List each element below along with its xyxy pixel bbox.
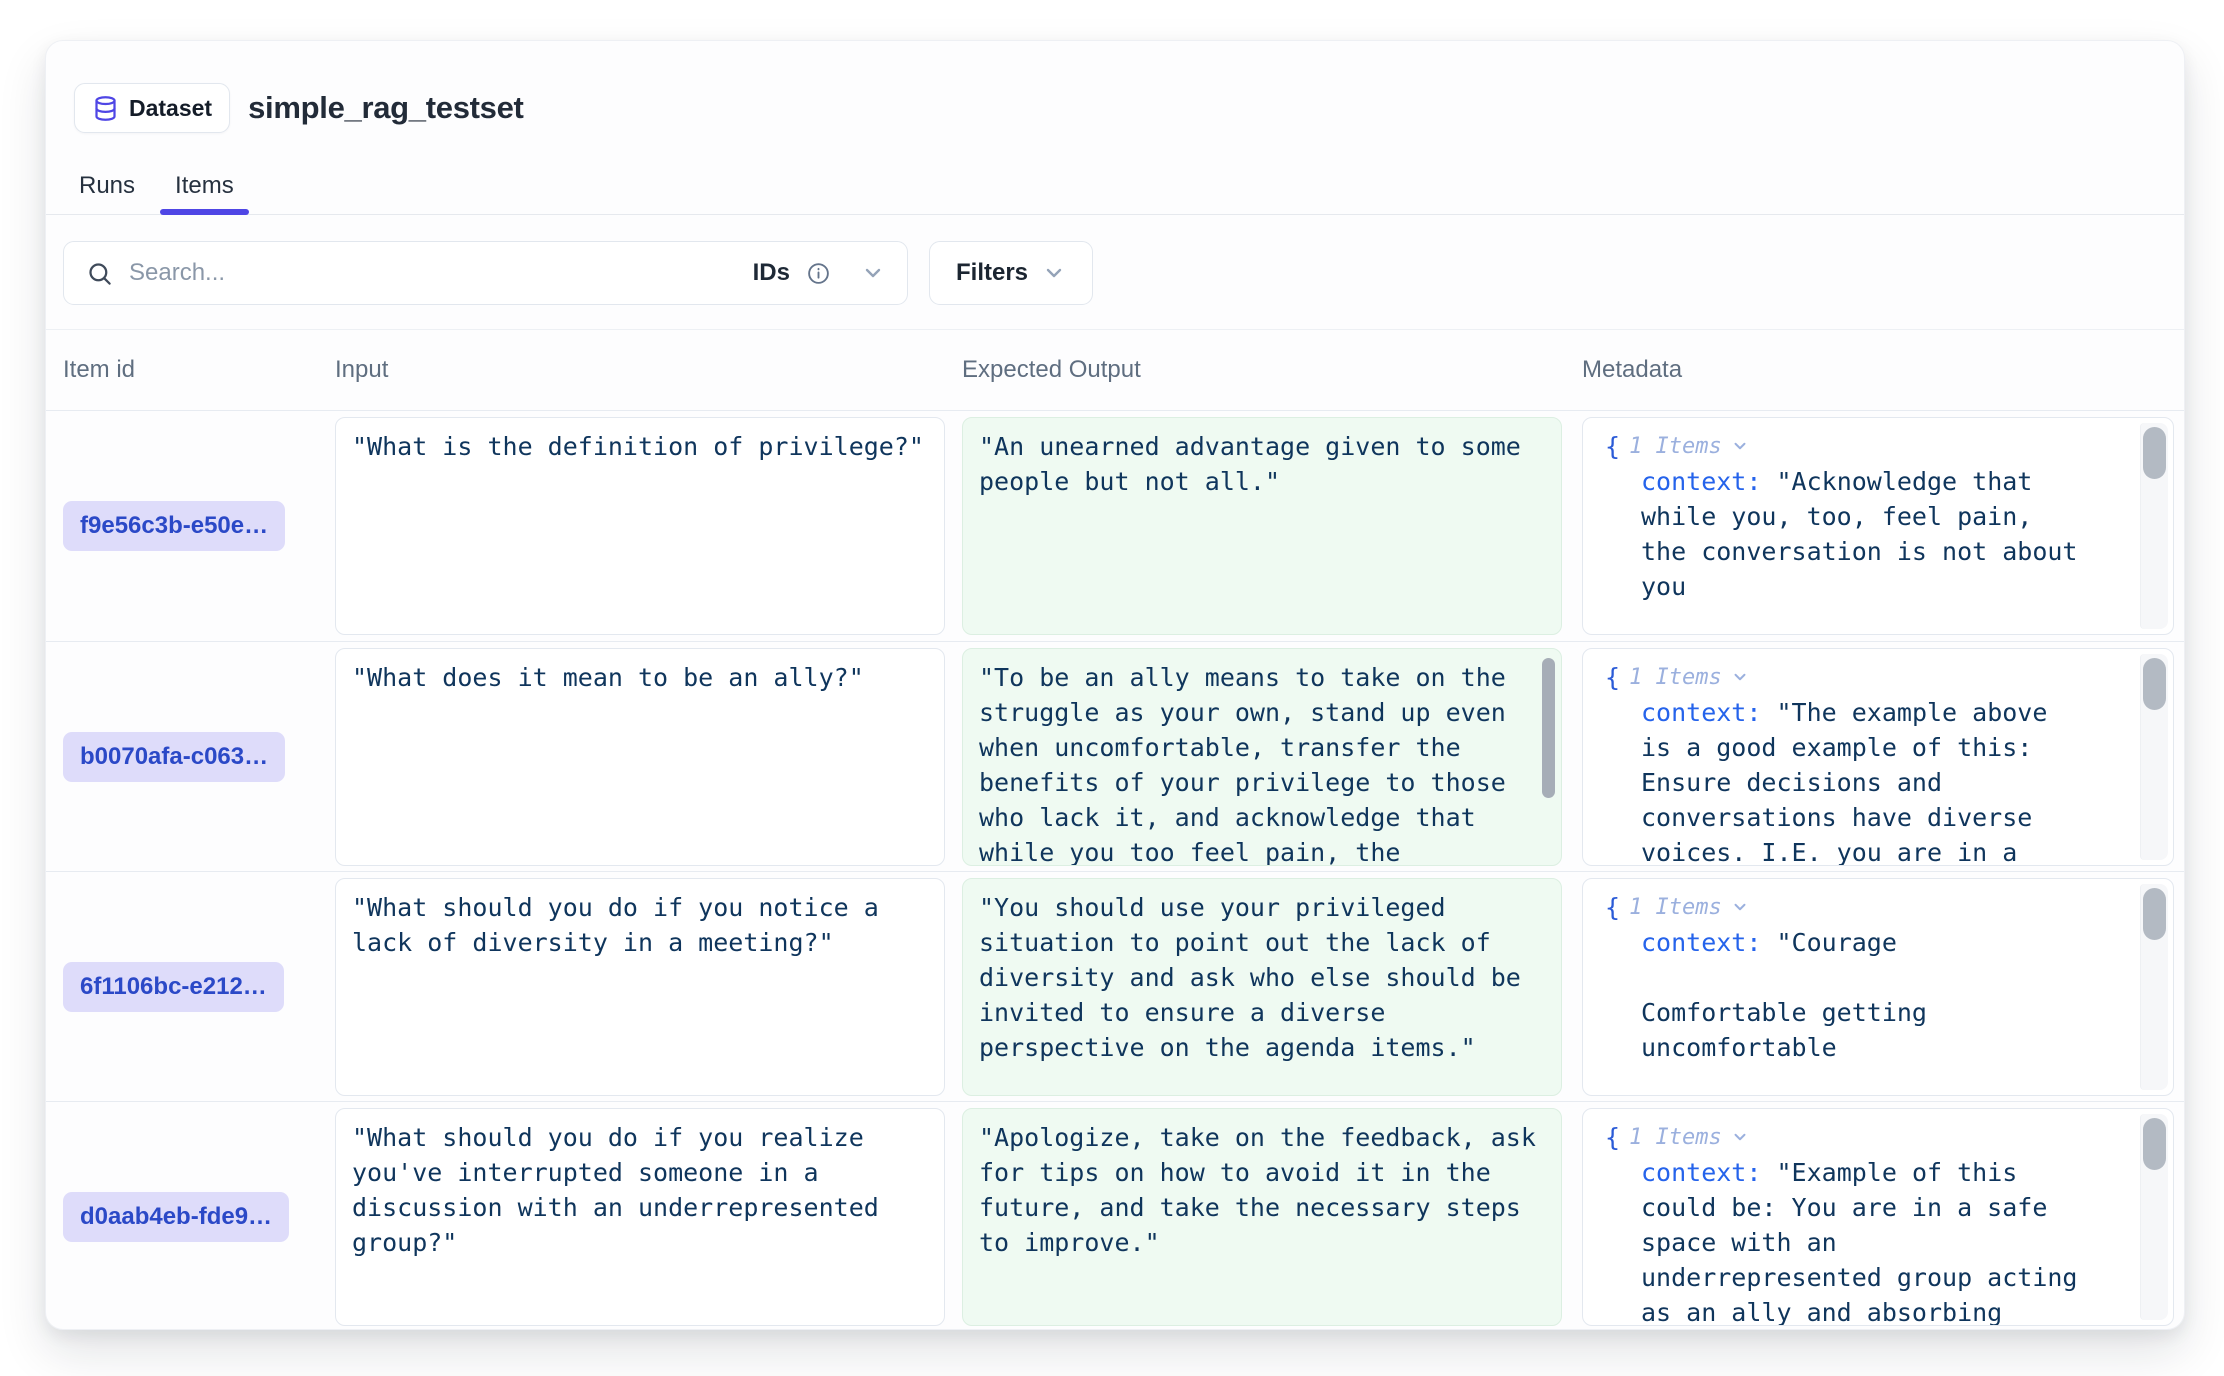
expected-output-scrollbar[interactable] (1542, 658, 1555, 798)
dataset-card: Dataset simple_rag_testset Runs Items Se… (45, 40, 2185, 1330)
metadata-json-body: context: "Courage Comfortable getting un… (1583, 925, 2173, 1096)
input-text: "What should you do if you notice a lack… (352, 893, 894, 957)
toolbar: Search... IDs Filters (46, 215, 2184, 330)
json-open-brace: { (1605, 1120, 1620, 1155)
dataset-type-badge: Dataset (74, 83, 230, 133)
metadata-items-count: 1 Items (1629, 890, 1722, 925)
search-mode-label: IDs (753, 259, 790, 287)
input-cell[interactable]: "What does it mean to be an ally?" (335, 648, 945, 866)
input-text: "What should you do if you realize you'v… (352, 1123, 894, 1257)
expected-output-cell[interactable]: "Apologize, take on the feedback, ask fo… (962, 1108, 1562, 1326)
table-row[interactable]: d0aab4eb-fde9… "What should you do if yo… (46, 1101, 2184, 1330)
search-mode-chevron-icon[interactable] (861, 261, 885, 285)
metadata-scrollbar-thumb[interactable] (2143, 888, 2166, 940)
column-header-expected-output: Expected Output (962, 356, 1582, 384)
input-cell[interactable]: "What should you do if you realize you'v… (335, 1108, 945, 1326)
chevron-down-icon (1731, 668, 1749, 686)
metadata-cell[interactable]: { 1 Items context: "Courage Comfortable … (1582, 878, 2174, 1096)
metadata-json-header[interactable]: { 1 Items (1583, 428, 2173, 464)
metadata-scrollbar-track[interactable] (2140, 423, 2168, 629)
json-open-brace: { (1605, 429, 1620, 464)
item-id-badge[interactable]: f9e56c3b-e50e… (63, 501, 285, 551)
metadata-key: context (1641, 698, 1746, 727)
filters-button[interactable]: Filters (929, 241, 1093, 305)
metadata-scrollbar-track[interactable] (2140, 654, 2168, 860)
metadata-json-header[interactable]: { 1 Items (1583, 1119, 2173, 1155)
database-icon (92, 95, 119, 122)
table-row[interactable]: f9e56c3b-e50e… "What is the definition o… (46, 411, 2184, 641)
active-tab-underline (160, 209, 249, 215)
item-id-badge[interactable]: d0aab4eb-fde9… (63, 1192, 289, 1242)
chevron-down-icon (1042, 261, 1066, 285)
table-header-row: Item id Input Expected Output Metadata (46, 330, 2184, 411)
item-id-badge[interactable]: b0070afa-c063… (63, 732, 285, 782)
table-row[interactable]: b0070afa-c063… "What does it mean to be … (46, 641, 2184, 871)
metadata-scrollbar-thumb[interactable] (2143, 427, 2166, 479)
metadata-scrollbar-track[interactable] (2140, 1114, 2168, 1320)
json-open-brace: { (1605, 660, 1620, 695)
expected-output-text: "Apologize, take on the feedback, ask fo… (979, 1123, 1551, 1257)
metadata-json-body: context: "The example above is a good ex… (1583, 695, 2173, 866)
column-header-metadata: Metadata (1582, 356, 2185, 384)
metadata-items-count: 1 Items (1629, 660, 1722, 695)
metadata-json-body: context: "Example of this could be: You … (1583, 1155, 2173, 1326)
metadata-cell[interactable]: { 1 Items context: "The example above is… (1582, 648, 2174, 866)
expected-output-text: "You should use your privileged situatio… (979, 893, 1536, 1062)
page-header: Dataset simple_rag_testset (46, 41, 2184, 145)
search-placeholder: Search... (129, 259, 737, 287)
metadata-json-header[interactable]: { 1 Items (1583, 659, 2173, 695)
metadata-cell[interactable]: { 1 Items context: "Acknowledge that whi… (1582, 417, 2174, 635)
dataset-badge-label: Dataset (129, 95, 212, 122)
filters-button-label: Filters (956, 259, 1028, 287)
metadata-key: context (1641, 1158, 1746, 1187)
tab-runs[interactable]: Runs (64, 158, 150, 214)
expected-output-cell[interactable]: "An unearned advantage given to some peo… (962, 417, 1562, 635)
search-icon (86, 260, 113, 287)
metadata-key: context (1641, 467, 1746, 496)
json-open-brace: { (1605, 890, 1620, 925)
metadata-key: context (1641, 928, 1746, 957)
table-body: f9e56c3b-e50e… "What is the definition o… (46, 411, 2184, 1330)
tab-items-label: Items (175, 172, 234, 200)
search-input[interactable]: Search... IDs (63, 241, 908, 305)
input-text: "What is the definition of privilege?" (352, 432, 924, 461)
metadata-items-count: 1 Items (1629, 1120, 1722, 1155)
expected-output-text: "An unearned advantage given to some peo… (979, 432, 1536, 496)
chevron-down-icon (1731, 898, 1749, 916)
tab-items[interactable]: Items (160, 158, 249, 214)
item-id-badge[interactable]: 6f1106bc-e212… (63, 962, 284, 1012)
metadata-json-body: context: "Acknowledge that while you, to… (1583, 464, 2173, 635)
metadata-items-count: 1 Items (1629, 429, 1722, 464)
metadata-scrollbar-thumb[interactable] (2143, 658, 2166, 710)
expected-output-cell[interactable]: "To be an ally means to take on the stru… (962, 648, 1562, 866)
metadata-scrollbar-thumb[interactable] (2143, 1118, 2166, 1170)
column-header-item-id: Item id (63, 356, 335, 384)
input-cell[interactable]: "What should you do if you notice a lack… (335, 878, 945, 1096)
expected-output-text: "To be an ally means to take on the stru… (979, 663, 1521, 866)
chevron-down-icon (1731, 437, 1749, 455)
info-icon[interactable] (806, 261, 831, 286)
tab-runs-label: Runs (79, 172, 135, 200)
tab-bar: Runs Items (46, 145, 2184, 215)
metadata-cell[interactable]: { 1 Items context: "Example of this coul… (1582, 1108, 2174, 1326)
input-cell[interactable]: "What is the definition of privilege?" (335, 417, 945, 635)
expected-output-cell[interactable]: "You should use your privileged situatio… (962, 878, 1562, 1096)
metadata-json-header[interactable]: { 1 Items (1583, 889, 2173, 925)
column-header-input: Input (335, 356, 962, 384)
page-title: simple_rag_testset (248, 90, 523, 126)
table-row[interactable]: 6f1106bc-e212… "What should you do if yo… (46, 871, 2184, 1101)
metadata-scrollbar-track[interactable] (2140, 884, 2168, 1090)
chevron-down-icon (1731, 1128, 1749, 1146)
input-text: "What does it mean to be an ally?" (352, 663, 864, 692)
